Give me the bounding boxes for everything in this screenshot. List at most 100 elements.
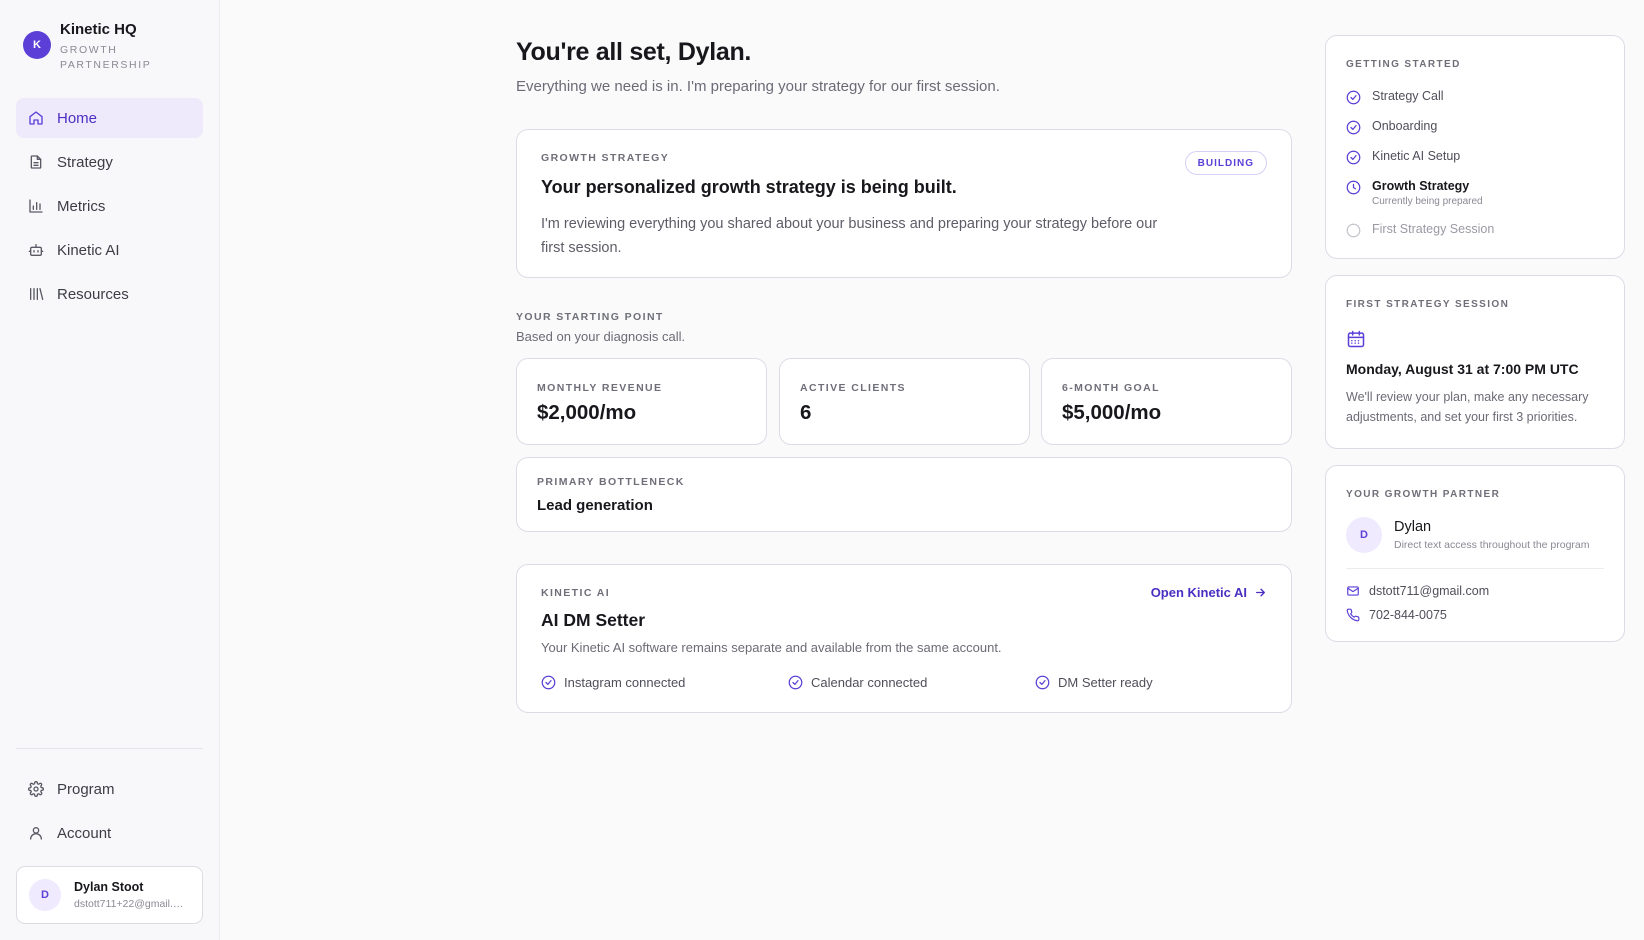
check-circle-icon xyxy=(1035,675,1050,690)
avatar: D xyxy=(29,879,61,911)
metric-label: PRIMARY BOTTLENECK xyxy=(537,476,685,488)
card-title: AI DM Setter xyxy=(541,610,646,630)
bar-chart-icon xyxy=(29,199,43,213)
step-label: Kinetic AI Setup xyxy=(1372,149,1461,163)
step-label: First Strategy Session xyxy=(1372,222,1495,236)
step-label: Growth Strategy xyxy=(1372,179,1470,193)
calendar-icon xyxy=(1347,330,1365,348)
section-eyebrow: KINETIC AI xyxy=(541,587,611,599)
card-body: Your Kinetic AI software remains separat… xyxy=(541,640,1002,655)
clock-icon xyxy=(1346,180,1361,195)
nav-item-label: Kinetic AI xyxy=(57,241,120,259)
nav-item-home[interactable]: Home xyxy=(16,98,203,138)
check-circle-icon xyxy=(1346,90,1361,105)
nav-item-program[interactable]: Program xyxy=(16,769,203,809)
metric-card-active-clients: ACTIVE CLIENTS 6 xyxy=(779,358,1030,445)
section-eyebrow: GETTING STARTED xyxy=(1346,59,1461,70)
nav-item-label: Resources xyxy=(57,285,129,303)
gear-icon xyxy=(28,781,44,797)
section-eyebrow: YOUR STARTING POINT xyxy=(516,311,664,323)
nav-item-kinetic-ai[interactable]: Kinetic AI xyxy=(16,230,203,270)
card-body: I'm reviewing everything you shared abou… xyxy=(541,216,1158,256)
partner-email[interactable]: dstott711@gmail.com xyxy=(1346,584,1489,598)
brand-subtitle: GROWTH PARTNERSHIP xyxy=(60,44,152,71)
phone-text: 702-844-0075 xyxy=(1369,608,1447,622)
connection-status-list: Instagram connected Calendar connected D… xyxy=(541,675,1282,690)
getting-started-card: GETTING STARTED Strategy Call Onboarding… xyxy=(1325,35,1625,259)
partner-name: Dylan xyxy=(1394,519,1432,535)
growth-partner-card: YOUR GROWTH PARTNER D Dylan Direct text … xyxy=(1325,465,1625,642)
nav-item-account[interactable]: Account xyxy=(16,813,203,853)
document-icon xyxy=(30,155,42,169)
session-datetime: Monday, August 31 at 7:00 PM UTC xyxy=(1346,361,1579,377)
user-profile-card[interactable]: D Dylan Stoot dstott711+22@gmail.com xyxy=(16,866,203,924)
brand[interactable]: K Kinetic HQ GROWTH PARTNERSHIP xyxy=(23,20,160,73)
sidebar: K Kinetic HQ GROWTH PARTNERSHIP Home Str… xyxy=(0,0,220,940)
page-title: You're all set, Dylan. xyxy=(516,38,752,66)
step-kinetic-ai-setup: Kinetic AI Setup xyxy=(1346,149,1460,165)
primary-bottleneck-card: PRIMARY BOTTLENECK Lead generation xyxy=(516,457,1292,532)
brand-name: Kinetic HQ xyxy=(60,21,137,38)
status-label: DM Setter ready xyxy=(1058,675,1153,690)
arrow-right-icon xyxy=(1256,588,1265,597)
phone-icon xyxy=(1346,608,1360,622)
status-item-dm-setter: DM Setter ready xyxy=(1035,675,1282,690)
check-circle-icon xyxy=(1346,150,1361,165)
check-circle-icon xyxy=(788,675,803,690)
divider xyxy=(1346,568,1604,569)
metric-value: Lead generation xyxy=(537,497,653,514)
nav-item-strategy[interactable]: Strategy xyxy=(16,142,203,182)
metric-label: 6-MONTH GOAL xyxy=(1062,382,1160,394)
email-text: dstott711@gmail.com xyxy=(1369,584,1490,598)
secondary-nav: Program Account xyxy=(16,748,203,857)
user-email: dstott711+22@gmail.com xyxy=(74,898,188,910)
partner-description: Direct text access throughout the progra… xyxy=(1394,539,1590,551)
session-description: We'll review your plan, make any necessa… xyxy=(1346,390,1589,424)
status-item-calendar: Calendar connected xyxy=(788,675,1035,690)
avatar: D xyxy=(1346,517,1382,553)
partner-profile: D Dylan Direct text access throughout th… xyxy=(1346,517,1590,553)
partner-phone[interactable]: 702-844-0075 xyxy=(1346,608,1447,622)
nav-item-label: Account xyxy=(57,824,112,842)
nav-item-label: Home xyxy=(57,109,98,127)
bot-icon xyxy=(28,244,44,256)
metric-value: $5,000/mo xyxy=(1062,401,1162,424)
brand-logo: K xyxy=(23,31,51,59)
section-eyebrow: GROWTH STRATEGY xyxy=(541,152,670,164)
library-icon xyxy=(30,288,44,300)
step-onboarding: Onboarding xyxy=(1346,119,1437,135)
open-kinetic-ai-link[interactable]: Open Kinetic AI xyxy=(1151,585,1267,600)
main-nav: Home Strategy Metrics Kinetic AI Resourc… xyxy=(16,98,203,318)
check-circle-icon xyxy=(1346,120,1361,135)
section-subtitle: Based on your diagnosis call. xyxy=(516,329,686,344)
link-label: Open Kinetic AI xyxy=(1150,585,1247,600)
nav-item-metrics[interactable]: Metrics xyxy=(16,186,203,226)
status-label: Calendar connected xyxy=(811,675,928,690)
nav-item-label: Strategy xyxy=(57,153,113,171)
page-subtitle: Everything we need is in. I'm preparing … xyxy=(516,78,1000,95)
nav-item-label: Program xyxy=(57,780,115,798)
nav-item-resources[interactable]: Resources xyxy=(16,274,203,314)
status-label: Instagram connected xyxy=(564,675,686,690)
metric-label: MONTHLY REVENUE xyxy=(537,382,663,394)
home-icon xyxy=(29,111,43,125)
metric-value: 6 xyxy=(800,401,812,424)
step-first-strategy-session: First Strategy Session xyxy=(1346,222,1494,238)
nav-item-label: Metrics xyxy=(57,197,106,215)
user-icon xyxy=(30,827,42,840)
step-note: Currently being prepared xyxy=(1372,196,1483,207)
step-strategy-call: Strategy Call xyxy=(1346,89,1444,105)
metric-card-monthly-revenue: MONTHLY REVENUE $2,000/mo xyxy=(516,358,767,445)
status-item-instagram: Instagram connected xyxy=(541,675,788,690)
growth-strategy-card: GROWTH STRATEGY BUILDING Your personaliz… xyxy=(516,129,1292,278)
status-badge: BUILDING xyxy=(1184,151,1267,175)
metric-label: ACTIVE CLIENTS xyxy=(800,382,906,394)
metric-card-6-month-goal: 6-MONTH GOAL $5,000/mo xyxy=(1041,358,1292,445)
step-label: Onboarding xyxy=(1372,119,1438,133)
kinetic-ai-card: KINETIC AI Open Kinetic AI AI DM Setter … xyxy=(516,564,1292,713)
empty-circle-icon xyxy=(1346,223,1361,238)
first-strategy-session-card: FIRST STRATEGY SESSION Monday, August 31… xyxy=(1325,275,1625,449)
check-circle-icon xyxy=(541,675,556,690)
user-name: Dylan Stoot xyxy=(74,880,144,894)
section-eyebrow: FIRST STRATEGY SESSION xyxy=(1346,299,1510,310)
